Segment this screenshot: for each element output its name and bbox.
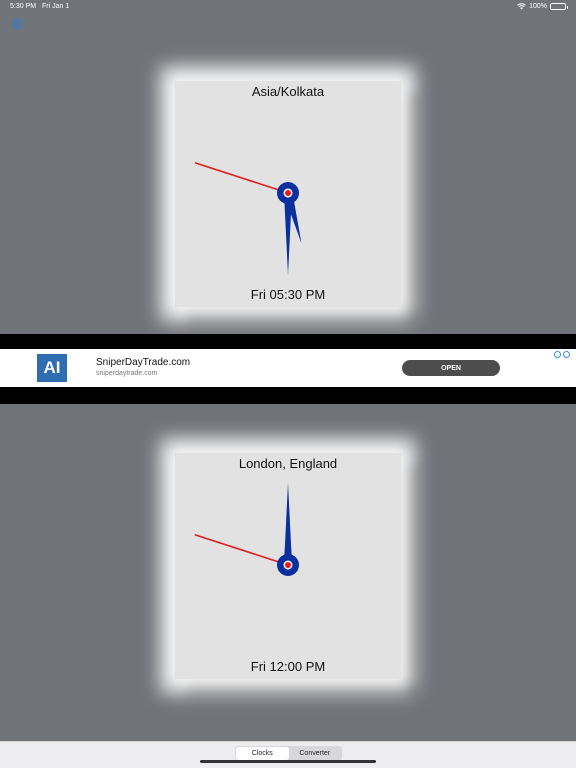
clock-center-dot xyxy=(285,562,291,568)
clock-zone-label: Asia/Kolkata xyxy=(251,84,325,99)
ad-title[interactable]: SniperDayTrade.com xyxy=(96,357,190,368)
segmented-control: Clocks Converter xyxy=(235,746,342,761)
clock-time-label: Fri 05:30 PM xyxy=(250,287,326,302)
clock-zone-label: London, England xyxy=(238,456,338,471)
clock-face xyxy=(194,483,299,576)
ad-choices-icon[interactable] xyxy=(554,351,570,358)
tab-bar: Clocks Converter xyxy=(0,741,576,768)
clock-time-label: Fri 12:00 PM xyxy=(250,659,326,674)
home-indicator xyxy=(200,760,376,763)
battery-icon xyxy=(550,3,568,10)
wifi-icon xyxy=(517,3,526,10)
status-date: Fri Jan 1 xyxy=(42,3,70,10)
ad-url[interactable]: sniperdaytrade.com xyxy=(96,370,157,377)
second-hand xyxy=(194,533,289,566)
ad-logo[interactable]: AI xyxy=(37,354,67,382)
tab-clocks[interactable]: Clocks xyxy=(236,747,289,760)
battery-percent: 100% xyxy=(529,3,547,10)
status-right: 100% xyxy=(517,3,568,10)
second-hand xyxy=(194,161,289,194)
tab-converter[interactable]: Converter xyxy=(289,747,342,760)
clock-panel-london: London, England Fri 12:00 PM xyxy=(175,453,401,679)
clock-face xyxy=(194,161,302,275)
settings-icon[interactable] xyxy=(10,17,24,31)
status-time: 5:30 PM xyxy=(10,3,37,10)
clock-panel-kolkata: Asia/Kolkata Fri 05:30 PM xyxy=(175,81,401,307)
clock-center-dot xyxy=(285,190,291,196)
status-bar: 5:30 PM Fri Jan 1 100% xyxy=(0,0,576,14)
ad-banner[interactable]: AI SniperDayTrade.com sniperdaytrade.com… xyxy=(0,349,576,387)
ad-open-button[interactable]: OPEN xyxy=(402,360,500,376)
